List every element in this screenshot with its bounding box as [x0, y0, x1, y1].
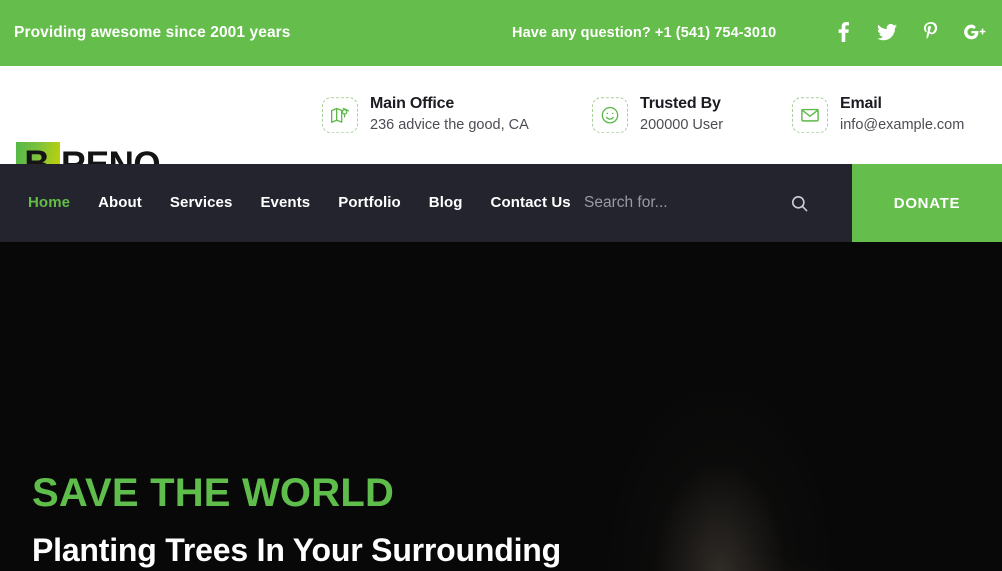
- nav-link-home[interactable]: Home: [28, 194, 70, 211]
- nav-link-events[interactable]: Events: [260, 194, 310, 211]
- envelope-icon: [792, 97, 828, 133]
- info-item-email: Email info@example.com: [792, 94, 964, 136]
- tagline-text: Providing awesome since 2001 years: [14, 24, 291, 41]
- main-menu: Home About Services Events Portfolio Blo…: [14, 194, 585, 212]
- info-title: Main Office: [370, 95, 455, 113]
- nav-item-events[interactable]: Events: [246, 194, 324, 212]
- top-bar: Providing awesome since 2001 years Have …: [0, 0, 1002, 66]
- pinterest-glyph: [923, 22, 938, 39]
- info-band: B RENO Main Office: [0, 66, 1002, 186]
- info-text: Trusted By 200000 User: [640, 94, 723, 136]
- pinterest-icon[interactable]: [920, 20, 942, 44]
- info-subtitle: 236 advice the good, CA: [370, 117, 529, 134]
- nav-item-portfolio[interactable]: Portfolio: [324, 194, 415, 212]
- nav-item-home[interactable]: Home: [14, 194, 84, 212]
- info-items: Main Office 236 advice the good, CA Trus…: [322, 94, 964, 136]
- info-title: Trusted By: [640, 95, 721, 113]
- info-subtitle: info@example.com: [840, 117, 965, 134]
- search-submit-button[interactable]: [790, 192, 812, 214]
- search-input[interactable]: [580, 194, 780, 212]
- hero-copy: SAVE THE WORLD Planting Trees In Your Su…: [32, 472, 672, 571]
- hero-section: SAVE THE WORLD Planting Trees In Your Su…: [0, 242, 1002, 571]
- page-root: Providing awesome since 2001 years Have …: [0, 0, 1002, 571]
- map-icon: [322, 97, 358, 133]
- google-plus-icon[interactable]: [964, 20, 986, 44]
- nav-link-blog[interactable]: Blog: [429, 194, 463, 211]
- search-container: [580, 164, 840, 242]
- twitter-icon[interactable]: [876, 20, 898, 44]
- donate-button[interactable]: DONATE: [852, 164, 1002, 242]
- info-item-main-office: Main Office 236 advice the good, CA: [322, 94, 592, 136]
- envelope-glyph: [801, 108, 819, 122]
- google-plus-glyph: [964, 24, 986, 40]
- nav-link-portfolio[interactable]: Portfolio: [338, 194, 401, 211]
- main-navigation-bar: Home About Services Events Portfolio Blo…: [0, 164, 1002, 242]
- search-icon: [791, 195, 808, 211]
- nav-link-services[interactable]: Services: [170, 194, 233, 211]
- info-subtitle: 200000 User: [640, 117, 724, 134]
- social-links: [832, 20, 986, 44]
- hero-title: Planting Trees In Your Surrounding: [32, 532, 561, 569]
- hero-kicker: SAVE THE WORLD: [32, 471, 395, 516]
- nav-item-blog[interactable]: Blog: [415, 194, 477, 212]
- info-item-trusted-by: Trusted By 200000 User: [592, 94, 792, 136]
- nav-item-contact-us[interactable]: Contact Us: [477, 194, 585, 212]
- info-text: Main Office 236 advice the good, CA: [370, 94, 529, 136]
- contact-question-text: Have any question? +1 (541) 754-3010: [512, 25, 777, 41]
- smile-glyph: [601, 106, 619, 124]
- facebook-icon[interactable]: [832, 20, 854, 44]
- nav-link-about[interactable]: About: [98, 194, 142, 211]
- map-glyph: [331, 107, 349, 123]
- twitter-glyph: [877, 23, 897, 40]
- facebook-glyph: [838, 22, 849, 42]
- nav-item-services[interactable]: Services: [156, 194, 247, 212]
- nav-item-about[interactable]: About: [84, 194, 156, 212]
- smile-icon: [592, 97, 628, 133]
- info-title: Email: [840, 95, 882, 113]
- nav-link-contact-us[interactable]: Contact Us: [491, 194, 571, 211]
- info-text: Email info@example.com: [840, 94, 964, 136]
